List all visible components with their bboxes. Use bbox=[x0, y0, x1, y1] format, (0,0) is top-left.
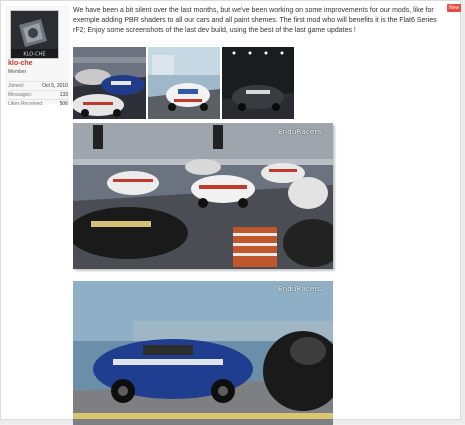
screenshot-thumbnail-2[interactable] bbox=[148, 47, 220, 119]
new-badge: New bbox=[447, 4, 461, 12]
stat-value: 506 bbox=[59, 101, 68, 107]
avatar[interactable]: KLO-CHE bbox=[10, 10, 59, 59]
page: KLO-CHE klo-che Member Joined: Oct 5, 20… bbox=[0, 0, 465, 425]
screenshot-thumbnail-1[interactable] bbox=[73, 47, 146, 119]
stat-likes: Likes Received: 506 bbox=[8, 99, 68, 108]
screenshot-large-2[interactable]: EnduRacers bbox=[73, 281, 333, 425]
watermark: EnduRacers bbox=[278, 128, 322, 136]
user-title: Member bbox=[8, 69, 27, 75]
stat-label: Joined: bbox=[8, 83, 25, 89]
stat-messages: Messages: 133 bbox=[8, 90, 68, 99]
avatar-image: KLO-CHE bbox=[11, 11, 58, 58]
stat-value[interactable]: 133 bbox=[60, 91, 68, 99]
stat-label: Likes Received: bbox=[8, 101, 44, 107]
avatar-text: KLO-CHE bbox=[23, 52, 45, 58]
screenshot-thumbnail-3[interactable] bbox=[222, 47, 294, 119]
message-text: We have been a bit silent over the last … bbox=[73, 7, 437, 34]
user-panel: KLO-CHE klo-che Member Joined: Oct 5, 20… bbox=[5, 6, 69, 107]
screenshot-large-1[interactable]: EnduRacers bbox=[73, 123, 333, 269]
stat-value: Oct 5, 2010 bbox=[42, 83, 68, 89]
user-stats: Joined: Oct 5, 2010 Messages: 133 Likes … bbox=[8, 81, 68, 108]
stat-label: Messages: bbox=[8, 92, 33, 98]
forum-post: KLO-CHE klo-che Member Joined: Oct 5, 20… bbox=[0, 0, 461, 425]
username[interactable]: klo-che bbox=[8, 60, 33, 67]
watermark: EnduRacers bbox=[278, 285, 322, 293]
stat-joined: Joined: Oct 5, 2010 bbox=[8, 81, 68, 90]
